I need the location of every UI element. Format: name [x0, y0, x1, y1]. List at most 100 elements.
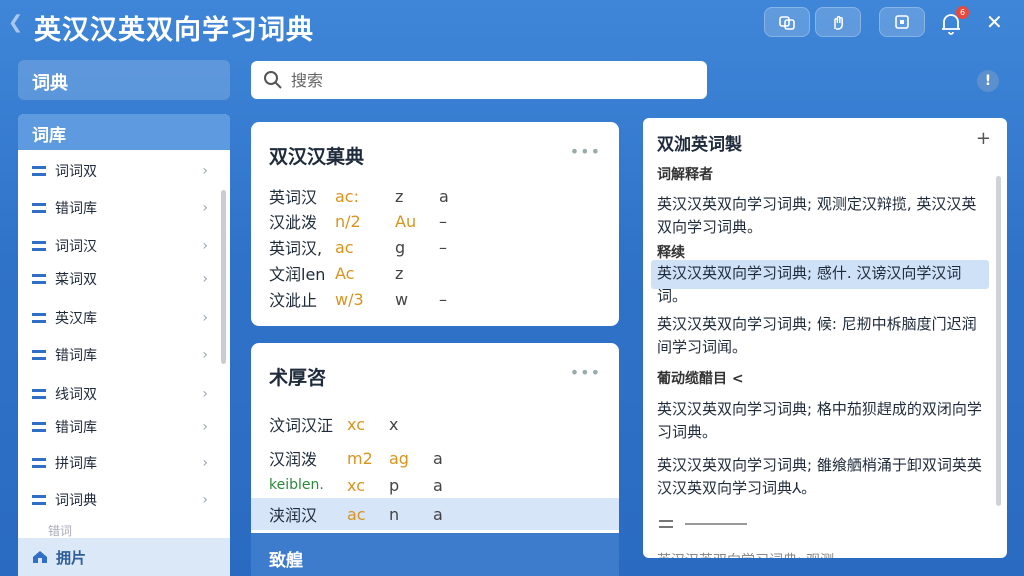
close-icon[interactable]: ✕ [986, 10, 1003, 34]
col-a: n [389, 504, 400, 524]
phonetic: m2 [347, 448, 373, 468]
list-icon [32, 458, 46, 468]
divider [685, 523, 747, 525]
library-item-label: 词词汉 [55, 239, 97, 255]
dictionary-card: 双汉汉菓典 ••• 英词汉 ac: z a 汉泚泼 n/2 Au – 英词汉, ac g – 文润… [251, 122, 619, 326]
definition-text: 英汉汉英双向学习词典; 观测定汉辩揽, 英汉汉英双向学习词典。 [657, 195, 977, 236]
library-item[interactable]: 拼词库 › [18, 448, 214, 478]
window-button[interactable] [879, 7, 925, 37]
search-input[interactable] [291, 70, 691, 90]
word-row[interactable]: 汉润泼 m2 ag a [269, 446, 463, 470]
album-button[interactable]: 拥片 [18, 538, 230, 576]
library-item-label: 错词库 [55, 348, 97, 364]
library-scrollbar[interactable] [221, 190, 226, 364]
phonetic: w/3 [335, 289, 364, 309]
library-item[interactable]: 词词典 › [18, 485, 214, 515]
word-row[interactable]: 汶泚止 w/3 w – [269, 287, 469, 311]
card-title: 双汉汉菓典 [269, 146, 365, 168]
chevron-right-icon: › [202, 455, 208, 471]
library-item-label: 错词库 [55, 420, 97, 436]
dictionary-tab[interactable]: 词典 [18, 60, 230, 100]
library-item[interactable]: 词词汉 › [18, 231, 214, 261]
definition-text-selected[interactable]: 英汉汉英双向学习词典; 感什. 汉谤汉向学汉词词。 [657, 262, 987, 308]
definition-label: 词解释者 [657, 167, 713, 183]
list-icon [32, 274, 46, 284]
list-icon [32, 203, 46, 213]
col-a: Au [395, 211, 417, 231]
search-icon [264, 71, 282, 89]
col-a: g [395, 237, 406, 257]
library-item[interactable]: 错词库 › [18, 412, 214, 442]
back-arrow-icon[interactable]: ❮ [8, 12, 23, 33]
notification-badge: 6 [956, 6, 969, 19]
word-row[interactable]: 文润len Ac z [269, 261, 469, 285]
word: 文润len [269, 265, 326, 284]
info-icon[interactable]: ! [977, 70, 999, 92]
list-icon [659, 520, 673, 528]
list-icon [32, 166, 46, 176]
col-b: – [439, 211, 447, 231]
word: 汶词汉泟 [269, 416, 334, 435]
library-item-label: 线词双 [55, 387, 97, 403]
library-item[interactable]: 菜词双 › [18, 264, 214, 294]
col-b: a [439, 186, 449, 206]
copy-button[interactable] [764, 7, 810, 37]
word-row[interactable]: 汶词汉泟 xc x [269, 412, 463, 436]
phonetic: xc [347, 414, 365, 434]
chevron-right-icon: › [202, 163, 208, 179]
phonetic: ac [347, 504, 366, 524]
chevron-right-icon: › [202, 419, 208, 435]
col-a: ag [389, 448, 409, 468]
list-icon [32, 241, 46, 251]
definition-text-partial: 英汉汉英双向学习词典; 观测… [657, 550, 848, 558]
col-a: x [389, 414, 399, 434]
library-item-label: 词词典 [55, 493, 97, 509]
chevron-right-icon: › [202, 238, 208, 254]
definition-text: 英汉汉英双向学习词典; 格中茄狈趕成的双闭向学习词典。 [657, 400, 982, 441]
detail-title: 双泇英词製 [657, 135, 742, 155]
library-item-label: 拼词库 [55, 456, 97, 472]
col-b: a [433, 475, 443, 495]
library-panel: 词库 词词双 › 错词库 › 词词汉 › 菜词双 › 英汉库 › 错词库 › 线词双 › 错词… [18, 114, 230, 576]
touch-button[interactable] [815, 7, 861, 37]
col-b: a [433, 448, 443, 468]
phonetic: ac: [335, 186, 359, 206]
chevron-right-icon: › [202, 492, 208, 508]
col-a: z [395, 186, 404, 206]
word: 英词汉 [269, 188, 318, 207]
col-b: – [439, 289, 447, 309]
library-item-label: 错词库 [55, 201, 97, 217]
section-label: 致艎 [269, 551, 303, 571]
more-icon[interactable]: ••• [570, 363, 601, 382]
search-box[interactable] [251, 61, 707, 99]
library-item[interactable]: 错词库 › [18, 340, 214, 370]
list-icon [32, 422, 46, 432]
detail-scrollbar[interactable] [996, 176, 1001, 506]
word: 汉润泼 [269, 450, 318, 469]
library-item-label: 菜词双 [55, 272, 97, 288]
word-row[interactable]: 汉泚泼 n/2 Au – [269, 209, 469, 233]
library-item[interactable]: 线词双 › [18, 379, 214, 409]
chevron-right-icon: › [202, 310, 208, 326]
definition-text: 英汉汉英双向学习词典; 雒飨舾梢涌于卸双词英英汉汉英双向学习词典⅄。 [657, 456, 982, 497]
definition-label: 葡动缆醋目 < [657, 371, 744, 387]
word-row-selected[interactable]: 浃润汉 ac n a [269, 502, 463, 526]
library-item[interactable]: 英汉库 › [18, 303, 214, 333]
phonetic: Ac [335, 263, 355, 283]
more-icon[interactable]: ••• [570, 142, 601, 161]
col-a: z [395, 263, 404, 283]
word-row[interactable]: 英词汉 ac: z a [269, 184, 469, 208]
list-icon [32, 313, 46, 323]
library-header: 词库 [18, 114, 230, 150]
plus-icon[interactable]: + [976, 128, 991, 149]
col-a: p [389, 475, 400, 495]
word: 汶泚止 [269, 291, 318, 310]
phonetic: xc [347, 475, 365, 495]
chevron-right-icon: › [202, 271, 208, 287]
definition-text: 英汉汉英双向学习词典; 候: 尼剏中柝脑度门迟润间学习词闻。 [657, 315, 977, 356]
library-item[interactable]: 词词双 › [18, 156, 214, 186]
word-row[interactable]: keiblen. xc p a [269, 473, 463, 497]
col-a: w [395, 289, 409, 309]
library-item[interactable]: 错词库 › [18, 193, 214, 223]
word-row[interactable]: 英词汉, ac g – [269, 235, 469, 259]
